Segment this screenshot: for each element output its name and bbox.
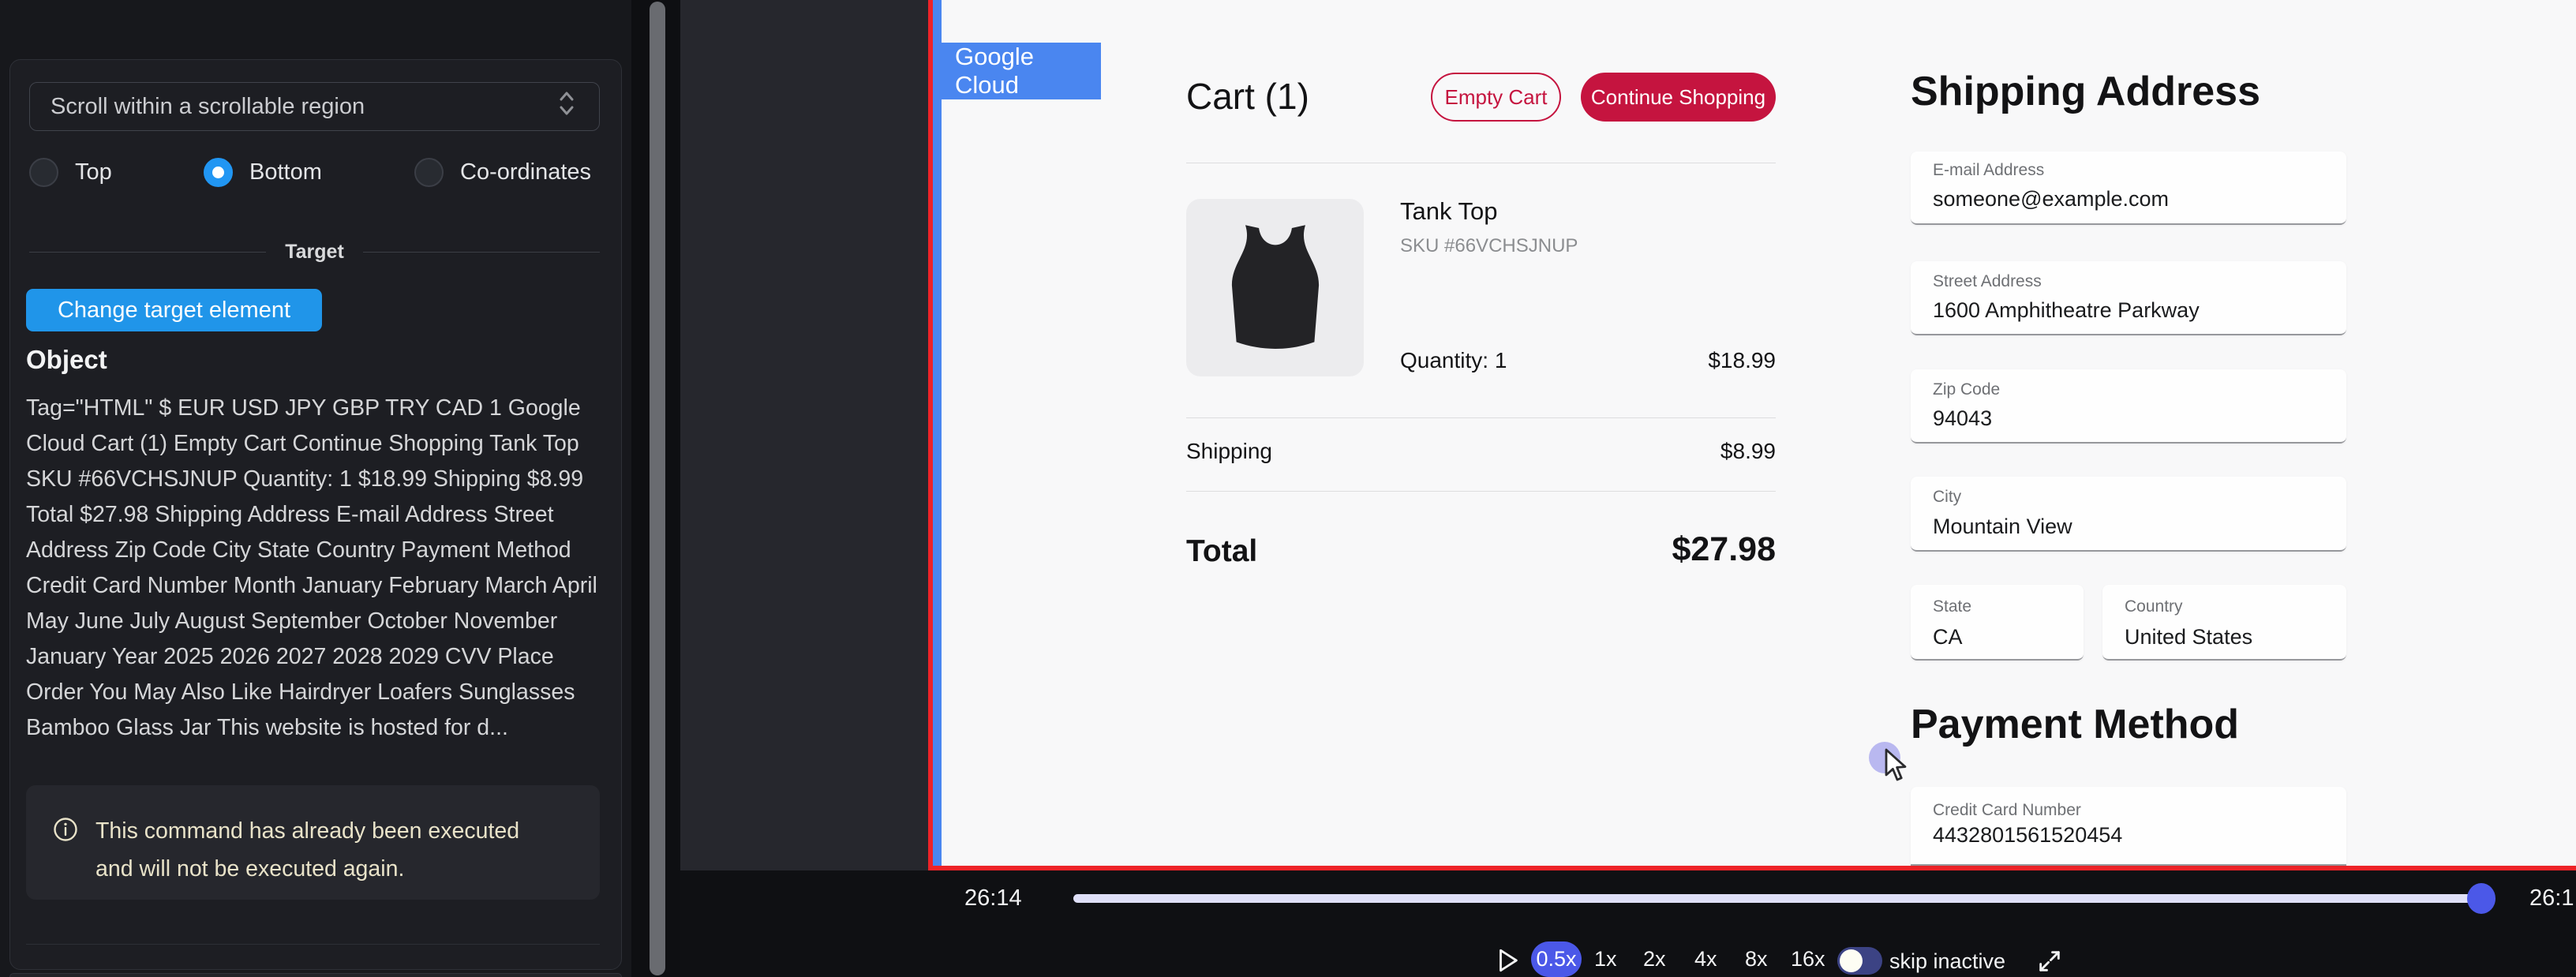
- recording-border-left: [928, 0, 933, 870]
- street-address-field-value: 1600 Amphitheatre Parkway: [1933, 298, 2200, 323]
- continue-shopping-button[interactable]: Continue Shopping: [1581, 73, 1776, 122]
- skip-inactive-label: skip inactive: [1889, 949, 2005, 974]
- radio-bottom-label: Bottom: [249, 159, 322, 185]
- country-field-label: Country: [2125, 597, 2183, 616]
- radio-bottom-circle[interactable]: [204, 158, 233, 187]
- speed-2x-button[interactable]: 2x: [1643, 947, 1666, 971]
- radio-top[interactable]: Top: [29, 158, 112, 187]
- divider-line: [363, 252, 600, 253]
- zip-code-field-value: 94043: [1933, 406, 1992, 431]
- play-button[interactable]: [1494, 945, 1521, 977]
- sidebar-divider: [26, 944, 600, 945]
- country-field[interactable]: Country United States: [2102, 585, 2346, 661]
- country-field-value: United States: [2125, 625, 2252, 649]
- zip-code-field-label: Zip Code: [1933, 380, 2000, 399]
- change-target-button[interactable]: Change target element: [26, 289, 322, 331]
- credit-card-number-value: 4432801561520454: [1933, 823, 2122, 848]
- target-divider-label: Target: [285, 241, 344, 264]
- end-time: 26:1: [2529, 885, 2574, 911]
- notice-text: This command has already been executed a…: [95, 812, 553, 888]
- state-field[interactable]: State CA: [1911, 585, 2084, 661]
- product-price: $18.99: [1618, 348, 1776, 373]
- already-executed-notice: This command has already been executed a…: [26, 785, 600, 900]
- info-icon: [53, 817, 78, 846]
- next-panel-top-edge: [9, 973, 622, 977]
- speed-16x-button[interactable]: 16x: [1791, 947, 1825, 971]
- speed-8x-button[interactable]: 8x: [1745, 947, 1768, 971]
- current-time: 26:14: [964, 885, 1022, 911]
- change-target-button-label: Change target element: [58, 298, 290, 324]
- timeline-track[interactable]: [1073, 894, 2494, 903]
- sidebar-scrollbar[interactable]: [650, 2, 665, 975]
- skip-inactive-toggle-knob[interactable]: [1840, 949, 1863, 972]
- total-value: $27.98: [1601, 530, 1776, 569]
- target-highlight-edge: [933, 0, 942, 866]
- replay-stage-background: [680, 0, 928, 870]
- speed-0-5x-label: 0.5x: [1536, 947, 1576, 971]
- radio-coordinates[interactable]: Co-ordinates: [414, 158, 591, 187]
- command-type-select[interactable]: Scroll within a scrollable region: [29, 82, 600, 131]
- speed-0-5x-button[interactable]: 0.5x: [1531, 941, 1582, 977]
- scroll-anchor-radio-group: Top Bottom Co-ordinates: [29, 158, 600, 188]
- shipping-row-value: $8.99: [1618, 439, 1776, 464]
- product-sku: SKU #66VCHSJNUP: [1400, 235, 1578, 257]
- credit-card-number-field[interactable]: Credit Card Number 4432801561520454: [1911, 787, 2346, 866]
- shipping-row-label: Shipping: [1186, 439, 1272, 464]
- object-heading: Object: [26, 345, 107, 375]
- app-window: Scroll within a scrollable region Top Bo…: [0, 0, 2576, 977]
- timeline-thumb[interactable]: [2467, 883, 2496, 914]
- product-name: Tank Top: [1400, 197, 1498, 226]
- radio-coordinates-label: Co-ordinates: [460, 159, 591, 185]
- shipping-address-heading: Shipping Address: [1911, 68, 2260, 115]
- city-field-label: City: [1933, 488, 1961, 507]
- divider-line: [29, 252, 266, 253]
- skip-inactive-toggle[interactable]: [1837, 947, 1882, 975]
- product-quantity: Quantity: 1: [1400, 348, 1507, 373]
- email-field-label: E-mail Address: [1933, 161, 2044, 180]
- payment-method-heading: Payment Method: [1911, 701, 2239, 748]
- street-address-field[interactable]: Street Address 1600 Amphitheatre Parkway: [1911, 261, 2346, 335]
- state-field-label: State: [1933, 597, 1971, 616]
- command-type-select-value: Scroll within a scrollable region: [51, 94, 555, 120]
- google-cloud-badge: Google Cloud: [933, 43, 1101, 99]
- fullscreen-expand-icon[interactable]: [2036, 948, 2063, 977]
- radio-coordinates-circle[interactable]: [414, 158, 444, 187]
- radio-bottom[interactable]: Bottom: [204, 158, 322, 187]
- email-field-value: someone@example.com: [1933, 187, 2169, 211]
- google-cloud-badge-label: Google Cloud: [955, 43, 1101, 99]
- city-field[interactable]: City Mountain View: [1911, 477, 2346, 552]
- speed-1x-button[interactable]: 1x: [1594, 947, 1617, 971]
- empty-cart-button[interactable]: Empty Cart: [1431, 73, 1561, 122]
- street-address-field-label: Street Address: [1933, 272, 2042, 291]
- state-field-value: CA: [1933, 625, 1963, 649]
- speed-4x-button[interactable]: 4x: [1694, 947, 1717, 971]
- cart-divider: [1186, 417, 1776, 418]
- object-description-text: Tag="HTML" $ EUR USD JPY GBP TRY CAD 1 G…: [26, 391, 600, 746]
- email-field[interactable]: E-mail Address someone@example.com: [1911, 152, 2346, 225]
- cart-title: Cart (1): [1186, 75, 1309, 118]
- select-updown-chevron-icon: [555, 88, 578, 125]
- cart-divider: [1186, 491, 1776, 492]
- end-time-clip: 26:1: [2529, 885, 2576, 914]
- radio-top-circle[interactable]: [29, 158, 58, 187]
- credit-card-number-label: Credit Card Number: [1933, 801, 2081, 820]
- total-label: Total: [1186, 534, 1257, 569]
- zip-code-field[interactable]: Zip Code 94043: [1911, 369, 2346, 444]
- empty-cart-button-label: Empty Cart: [1444, 85, 1547, 110]
- target-section-divider: Target: [29, 240, 600, 264]
- product-image: [1186, 199, 1364, 376]
- radio-top-label: Top: [75, 159, 112, 185]
- city-field-value: Mountain View: [1933, 515, 2072, 539]
- mouse-cursor-icon: [1881, 748, 1913, 787]
- continue-shopping-button-label: Continue Shopping: [1591, 85, 1765, 110]
